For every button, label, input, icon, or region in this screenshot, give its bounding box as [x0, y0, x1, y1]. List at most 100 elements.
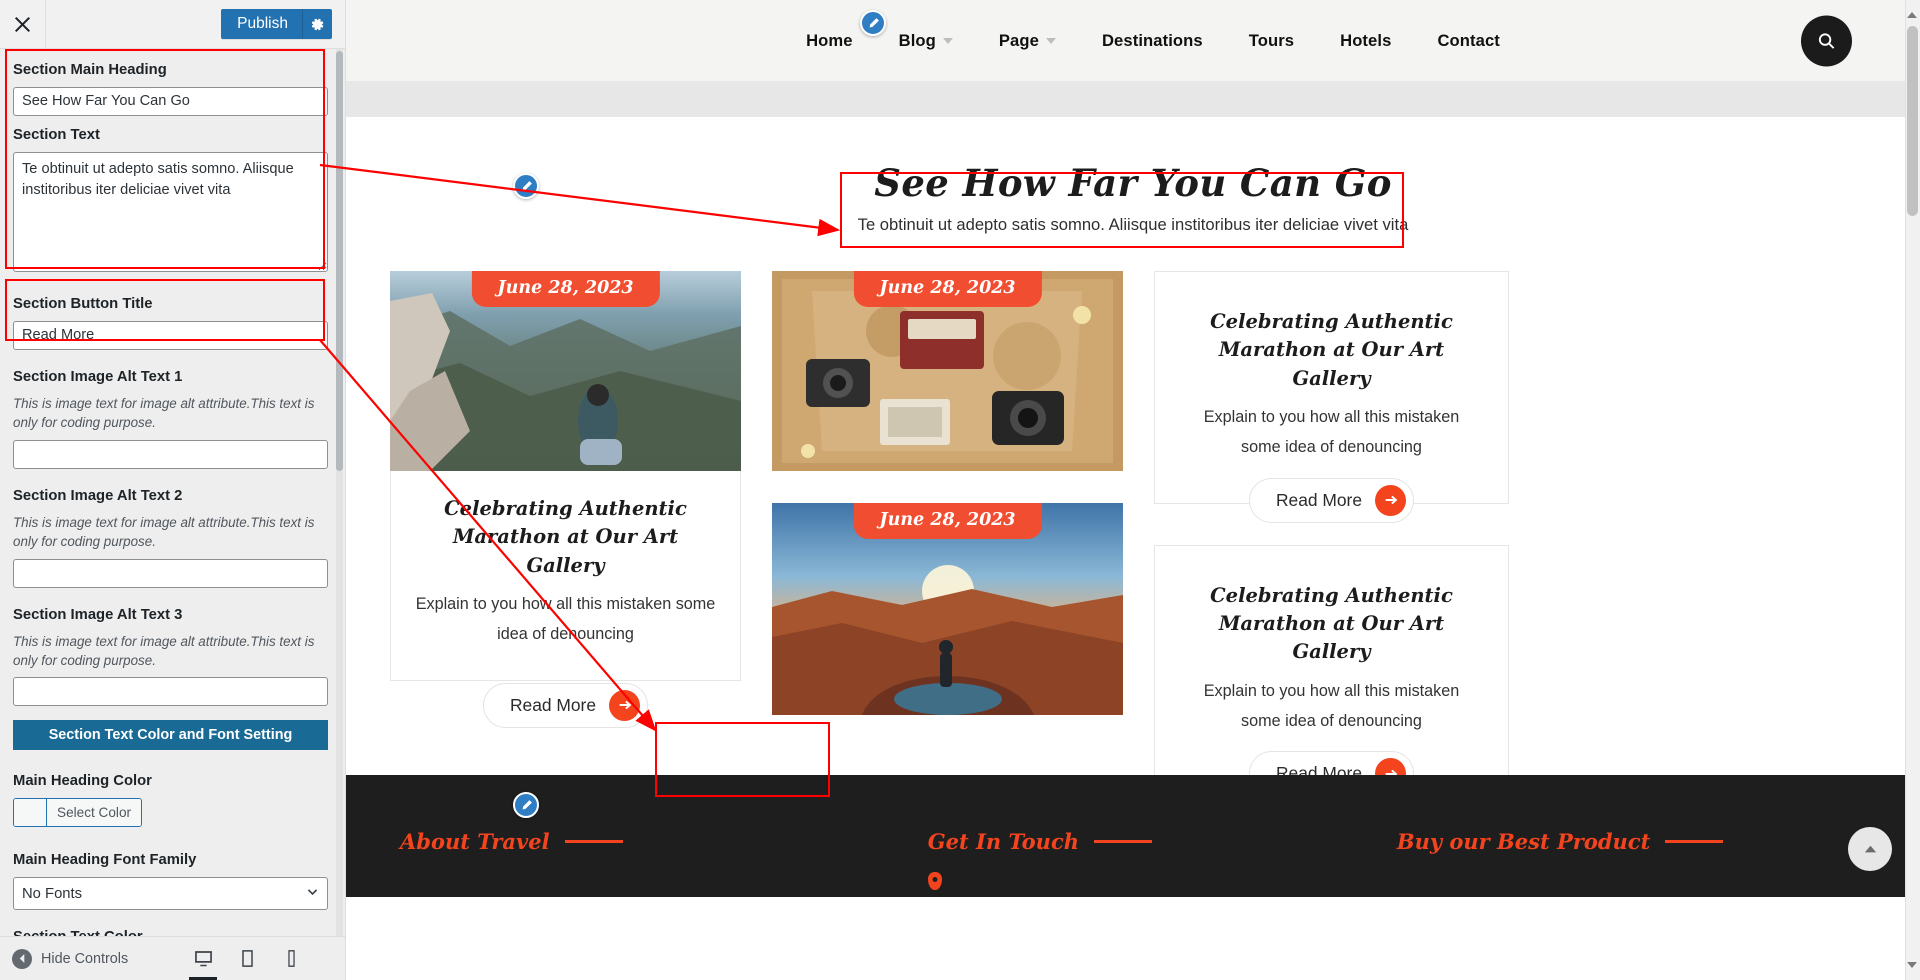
nav-label: Tours: [1248, 30, 1295, 50]
card-date-badge: June 28, 2023: [853, 503, 1042, 539]
footer-title: Get In Touch: [927, 829, 1153, 854]
section-image-alt-2-input[interactable]: [13, 558, 328, 588]
control-main-heading-color: Main Heading Color Select Color: [13, 772, 328, 831]
section-main-heading: See How Far You Can Go: [874, 161, 1392, 205]
nav-item-destinations[interactable]: Destinations: [1102, 31, 1203, 51]
site-preview: Home Blog Page Destinations Tours Hotels…: [346, 0, 1920, 980]
customizer-sidebar: Publish Section Main Heading Section Tex…: [0, 0, 346, 980]
footer-title-label: Get In Touch: [927, 829, 1080, 854]
site-footer: About Travel Get In Touch Buy our Best P…: [346, 775, 1920, 897]
scroll-up-arrow-icon[interactable]: [1907, 9, 1917, 18]
read-more-wrapper: Read More: [1154, 477, 1509, 523]
device-preview-switcher: [185, 937, 345, 980]
nav-label: Hotels: [1340, 30, 1392, 50]
cards-row: June 28, 2023 Celebrating Authentic Mara…: [346, 235, 1920, 797]
chevron-left-icon: [12, 948, 32, 969]
desktop-icon[interactable]: [185, 937, 221, 980]
section-image-alt-1-input[interactable]: [13, 439, 328, 469]
nav-item-tours[interactable]: Tours: [1249, 31, 1294, 51]
title-underline: [564, 840, 623, 843]
section-button-title-input[interactable]: [13, 320, 328, 350]
arrow-right-icon: [1375, 484, 1407, 516]
nav-item-home[interactable]: Home: [806, 31, 853, 51]
edit-pencil-icon-section[interactable]: [513, 173, 539, 199]
main-heading-font-select[interactable]: No Fonts: [13, 877, 328, 911]
nav-label: Blog: [898, 30, 936, 50]
arrow-right-icon: [609, 689, 641, 721]
nav-label: Page: [998, 30, 1039, 50]
edit-pencil-icon-nav[interactable]: [860, 10, 886, 36]
chevron-down-icon: [942, 37, 953, 44]
title-underline: [1094, 840, 1153, 843]
nav-item-hotels[interactable]: Hotels: [1340, 31, 1391, 51]
color-swatch[interactable]: [14, 799, 47, 827]
publish-button[interactable]: Publish: [221, 9, 302, 39]
chevron-down-icon: [1045, 37, 1056, 44]
read-more-label: Read More: [509, 694, 597, 715]
card-body: Celebrating Authentic Marathon at Our Ar…: [1154, 271, 1509, 504]
section-main-heading-input[interactable]: [13, 86, 328, 116]
card-column-right: Celebrating Authentic Marathon at Our Ar…: [1154, 271, 1509, 797]
arrow-up-icon: [1864, 845, 1876, 852]
card-body: Celebrating Authentic Marathon at Our Ar…: [390, 471, 741, 681]
site-body: See How Far You Can Go Te obtinuit ut ad…: [346, 117, 1920, 897]
main-heading-font-value[interactable]: No Fonts: [13, 877, 328, 911]
customizer-scroll-area: Section Main Heading Section Text Sectio…: [0, 49, 345, 936]
footer-column-products: Buy our Best Product: [1397, 829, 1866, 897]
footer-column-contact: Get In Touch: [927, 829, 1397, 897]
card-title: Celebrating Authentic Marathon at Our Ar…: [1210, 583, 1453, 664]
close-icon[interactable]: [0, 0, 46, 48]
card-text: Explain to you how all this mistaken som…: [415, 594, 716, 643]
footer-column-about: About Travel: [400, 829, 928, 897]
tablet-icon[interactable]: [229, 937, 265, 980]
select-color-label: Select Color: [47, 799, 142, 827]
search-icon[interactable]: [1801, 15, 1852, 66]
control-section-text: Section Text: [13, 126, 328, 277]
read-more-button[interactable]: Read More: [1248, 477, 1415, 523]
footer-title: Buy our Best Product: [1396, 829, 1724, 854]
customizer-footer: Hide Controls: [0, 936, 345, 980]
preview-scrollbar-track[interactable]: [1905, 0, 1920, 980]
control-description: This is image text for image alt attribu…: [13, 514, 315, 550]
nav-item-blog[interactable]: Blog: [899, 31, 953, 51]
main-heading-color-picker[interactable]: Select Color: [13, 798, 143, 828]
edit-pencil-icon-footer[interactable]: [513, 792, 539, 818]
read-more-button[interactable]: Read More: [482, 682, 649, 728]
site-header: Home Blog Page Destinations Tours Hotels…: [346, 0, 1920, 81]
card-image-wrapper: June 28, 2023: [772, 503, 1123, 715]
preview-scrollbar-thumb[interactable]: [1907, 26, 1918, 216]
section-subtext: Te obtinuit ut adepto satis somno. Aliis…: [857, 215, 1409, 234]
scroll-to-top-button[interactable]: [1848, 827, 1892, 871]
nav-item-page[interactable]: Page: [999, 31, 1056, 51]
card-title: Celebrating Authentic Marathon at Our Ar…: [444, 497, 687, 577]
section-text-color-font-setting-button[interactable]: Section Text Color and Font Setting: [13, 720, 328, 751]
control-section-image-alt-3: Section Image Alt Text 3 This is image t…: [13, 606, 328, 707]
footer-title-label: Buy our Best Product: [1396, 829, 1651, 854]
control-section-image-alt-1: Section Image Alt Text 1 This is image t…: [13, 368, 328, 469]
hide-controls-button[interactable]: Hide Controls: [0, 948, 129, 969]
section-image-alt-3-input[interactable]: [13, 677, 328, 707]
customizer-header: Publish: [0, 0, 345, 49]
card-image-wrapper: June 28, 2023: [390, 271, 741, 471]
sidebar-scroll-thumb[interactable]: [336, 51, 343, 471]
control-description: This is image text for image alt attribu…: [13, 395, 315, 431]
card-column-left: June 28, 2023 Celebrating Authentic Mara…: [390, 271, 741, 728]
card-wrapper: Celebrating Authentic Marathon at Our Ar…: [1154, 544, 1509, 797]
control-section-image-alt-2: Section Image Alt Text 2 This is image t…: [13, 487, 328, 588]
card-title: Celebrating Authentic Marathon at Our Ar…: [1210, 310, 1453, 390]
control-label: Section Image Alt Text 2: [13, 487, 183, 504]
card-wrapper: Celebrating Authentic Marathon at Our Ar…: [1154, 271, 1509, 523]
section-text-textarea[interactable]: [13, 151, 328, 272]
customizer-controls-panel: Section Main Heading Section Text Sectio…: [0, 49, 345, 936]
hide-controls-label: Hide Controls: [41, 950, 129, 967]
control-label: Main Heading Color: [13, 773, 152, 790]
control-main-heading-font-family: Main Heading Font Family No Fonts: [13, 851, 328, 911]
nav-label: Contact: [1437, 30, 1500, 50]
site-footer-region: About Travel Get In Touch Buy our Best P…: [346, 775, 1920, 897]
mobile-icon[interactable]: [273, 937, 309, 980]
customizer-app: Publish Section Main Heading Section Tex…: [0, 0, 1920, 980]
gear-icon[interactable]: [302, 9, 332, 39]
nav-item-contact[interactable]: Contact: [1437, 31, 1499, 51]
scroll-down-arrow-icon[interactable]: [1907, 962, 1917, 971]
control-section-main-heading: Section Main Heading: [13, 61, 328, 116]
